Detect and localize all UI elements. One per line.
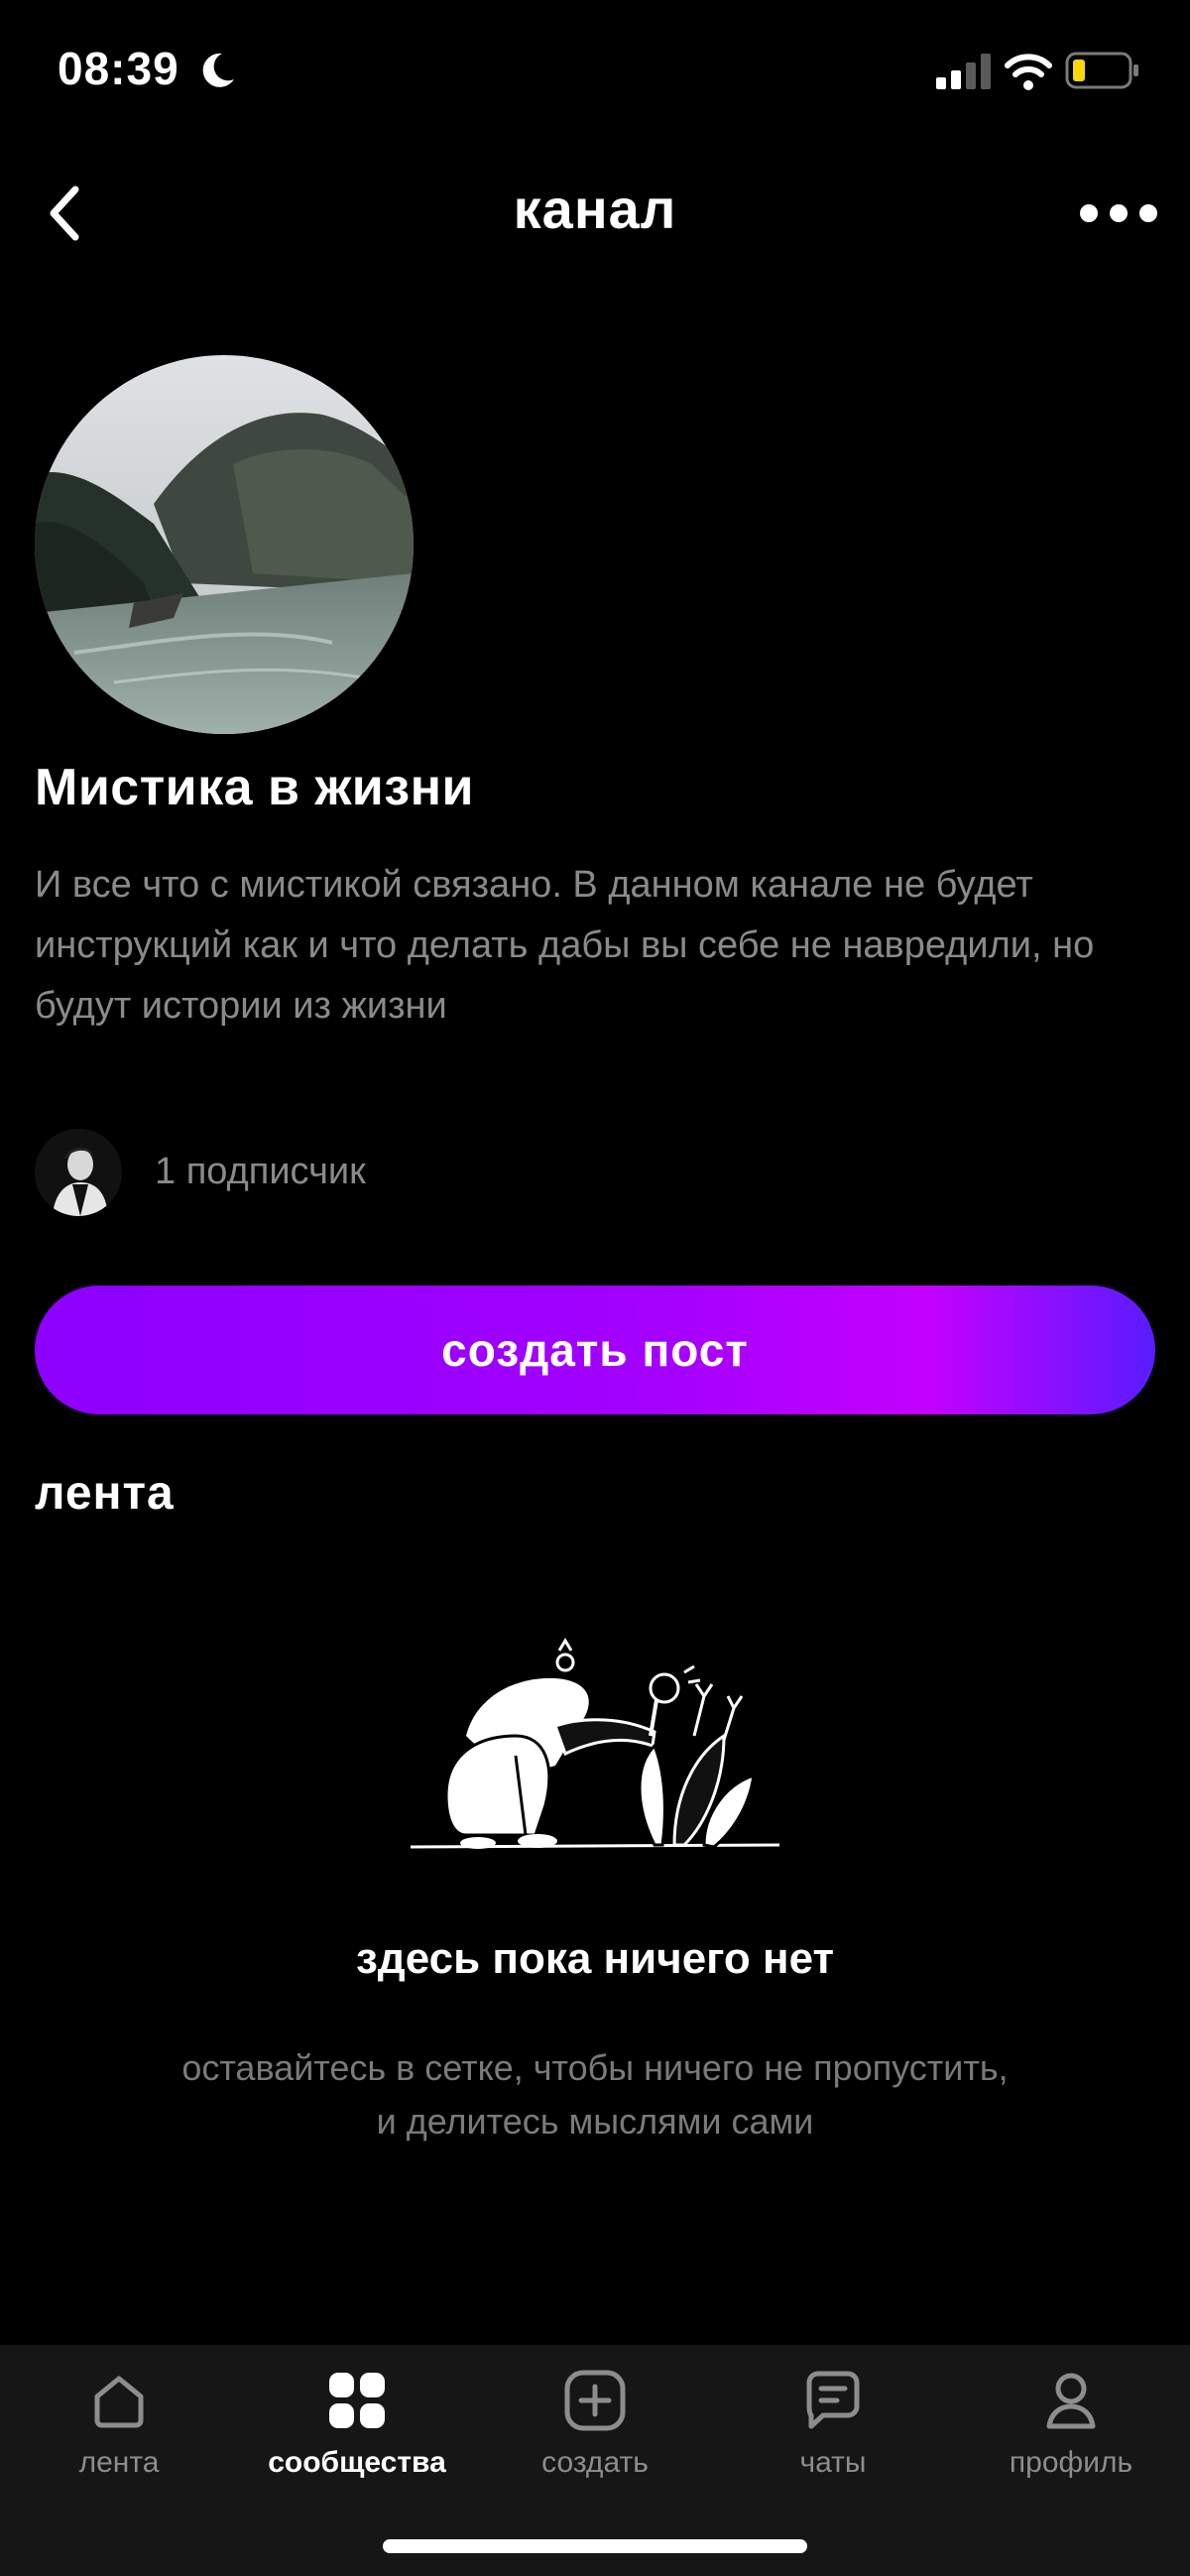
create-post-button[interactable]: создать пост (35, 1286, 1155, 1414)
grid-icon (329, 2373, 385, 2428)
empty-feed-title: здесь пока ничего нет (355, 1934, 835, 1983)
tab-chats-label: чаты (799, 2446, 867, 2479)
feed-heading: лента (35, 1467, 175, 1520)
user-icon (1046, 2373, 1096, 2429)
more-options-button[interactable] (1069, 188, 1168, 238)
tab-chats[interactable]: чаты (714, 2369, 952, 2488)
home-icon (94, 2376, 144, 2428)
wifi-icon (1005, 54, 1052, 90)
channel-description: И все что с мистикой связано. В данном к… (35, 864, 1095, 1027)
tab-create-label: создать (541, 2446, 649, 2479)
person-photo-image (35, 1129, 122, 1216)
empty-feed-illustration (410, 1638, 780, 1849)
chat-icon (806, 2371, 860, 2429)
empty-feed-description-line-1: оставайтесь в сетке, чтобы ничего не про… (181, 2047, 1009, 2088)
plus-square-icon (564, 2370, 626, 2431)
tab-feed[interactable]: лента (0, 2369, 238, 2488)
tab-profile-label: профиль (1009, 2446, 1133, 2479)
cellular-signal-icon (936, 54, 991, 89)
channel-avatar (35, 355, 414, 734)
home-indicator[interactable] (383, 2539, 807, 2553)
tab-communities[interactable]: сообщества (238, 2369, 476, 2488)
tab-feed-label: лента (78, 2446, 160, 2479)
status-time: 08:39 (58, 43, 179, 94)
tab-communities-label: сообщества (268, 2446, 446, 2479)
status-bar: 08:39 (0, 0, 1190, 139)
subscriber-count[interactable]: 1 подписчик (155, 1151, 366, 1193)
empty-feed-description-line-2: и делитесь мыслями сами (376, 2101, 814, 2142)
battery-icon (1065, 52, 1138, 89)
tab-create[interactable]: создать (476, 2369, 714, 2488)
subscriber-avatar[interactable] (35, 1129, 122, 1216)
more-dots-icon (1080, 204, 1157, 222)
tab-profile[interactable]: профиль (952, 2369, 1190, 2488)
empty-feed-description: оставайтесь в сетке, чтобы ничего не про… (0, 2041, 1190, 2148)
moon-icon (202, 53, 234, 87)
page-title: канал (513, 178, 677, 240)
channel-name: Мистика в жизни (35, 759, 474, 816)
river-landscape-image (35, 355, 414, 734)
